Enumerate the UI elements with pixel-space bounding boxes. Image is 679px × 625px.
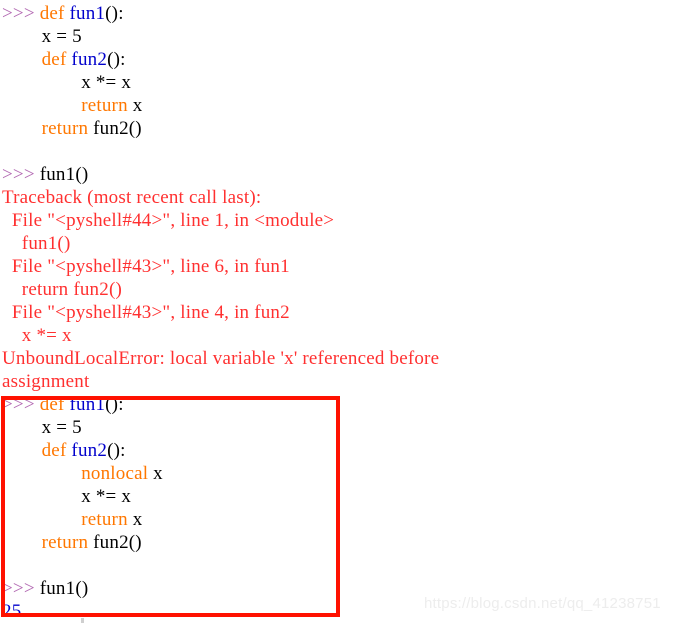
token-prompt: >>> [2, 3, 40, 24]
token-output: 25 [2, 601, 22, 622]
shell-line: x *= x [2, 71, 679, 94]
token-keyword: def [39, 3, 70, 24]
shell-line: fun1() [2, 232, 679, 255]
token-plain: x = 5 [2, 26, 82, 47]
token-error: assignment [2, 371, 90, 392]
token-error: UnboundLocalError: local variable 'x' re… [2, 348, 440, 369]
token-plain: x [148, 463, 163, 484]
token-keyword: return [81, 509, 128, 530]
token-keyword: def [41, 49, 72, 70]
token-error: return fun2() [2, 279, 122, 300]
shell-line: x *= x [2, 324, 679, 347]
shell-line: File "<pyshell#44>", line 1, in <module> [2, 209, 679, 232]
shell-line: return fun2() [2, 117, 679, 140]
annotation-tick-mark [81, 618, 84, 623]
token-plain: fun1() [39, 578, 89, 599]
token-keyword: nonlocal [81, 463, 149, 484]
token-plain: (): [107, 49, 126, 70]
token-keyword: return [41, 532, 89, 553]
token-plain: x *= x [2, 486, 132, 507]
shell-line: assignment [2, 370, 679, 393]
token-keyword: def [39, 394, 70, 415]
shell-transcript[interactable]: >>> def fun1(): x = 5 def fun2(): x *= x… [0, 0, 679, 623]
shell-line: x = 5 [2, 416, 679, 439]
shell-line: Traceback (most recent call last): [2, 186, 679, 209]
shell-line: return x [2, 508, 679, 531]
shell-line: File "<pyshell#43>", line 4, in fun2 [2, 301, 679, 324]
token-plain: (): [107, 440, 126, 461]
token-plain: fun2() [88, 118, 142, 139]
shell-line: >>> def fun1(): [2, 393, 679, 416]
python-idle-shell-window[interactable]: >>> def fun1(): x = 5 def fun2(): x *= x… [0, 0, 679, 625]
token-defname: fun2 [71, 440, 108, 461]
token-keyword: return [41, 118, 89, 139]
shell-line: UnboundLocalError: local variable 'x' re… [2, 347, 679, 370]
watermark-text: https://blog.csdn.net/qq_41238751 [424, 595, 661, 612]
shell-line: return fun2() [2, 278, 679, 301]
token-plain: x = 5 [2, 417, 82, 438]
shell-line: def fun2(): [2, 48, 679, 71]
token-defname: fun1 [69, 3, 106, 24]
token-prompt: >>> [2, 394, 40, 415]
token-error: File "<pyshell#43>", line 4, in fun2 [2, 302, 290, 323]
token-plain: (): [105, 3, 124, 24]
token-defname: fun2 [71, 49, 108, 70]
token-error: fun1() [2, 233, 71, 254]
token-plain: x *= x [2, 72, 132, 93]
shell-line: >>> def fun1(): [2, 2, 679, 25]
token-keyword: return [81, 95, 128, 116]
token-prompt: >>> [2, 578, 40, 599]
token-error: x *= x [2, 325, 72, 346]
token-plain: fun1() [39, 164, 89, 185]
shell-line: nonlocal x [2, 462, 679, 485]
token-plain: x [127, 95, 143, 116]
token-keyword: def [41, 440, 72, 461]
token-defname: fun1 [69, 394, 106, 415]
shell-line: x *= x [2, 485, 679, 508]
token-plain: fun2() [88, 532, 142, 553]
token-error: Traceback (most recent call last): [2, 187, 262, 208]
token-plain: x [127, 509, 143, 530]
shell-line: x = 5 [2, 25, 679, 48]
shell-line: return fun2() [2, 531, 679, 554]
token-error: File "<pyshell#44>", line 1, in <module> [2, 210, 335, 231]
token-error: File "<pyshell#43>", line 6, in fun1 [2, 256, 290, 277]
shell-line: File "<pyshell#43>", line 6, in fun1 [2, 255, 679, 278]
shell-line: >>> fun1() [2, 163, 679, 186]
token-plain: (): [105, 394, 124, 415]
token-prompt: >>> [2, 164, 40, 185]
shell-line: return x [2, 94, 679, 117]
shell-line: def fun2(): [2, 439, 679, 462]
